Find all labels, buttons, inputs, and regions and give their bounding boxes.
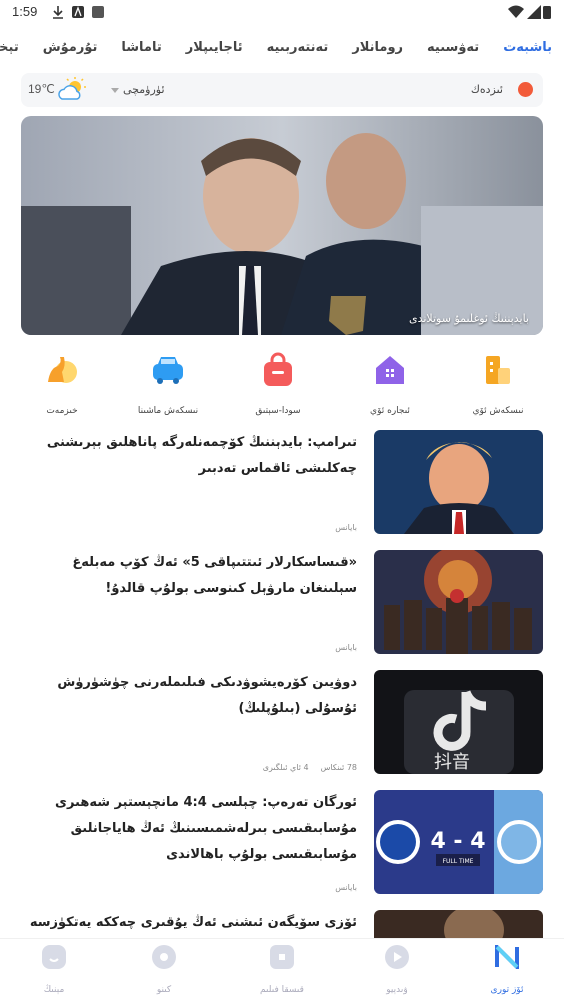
flame-icon bbox=[518, 82, 533, 97]
car-icon bbox=[153, 357, 183, 384]
news-title: ئورگان تەرەپ: چېلسى 4:4 مانچېستېر شەھىرى… bbox=[55, 795, 357, 862]
nav-label: كىنو bbox=[156, 985, 172, 995]
svg-text:抖音: 抖音 bbox=[434, 752, 470, 773]
news-title: «قىساسكارلار ئىتتىپاقى 5» ئەڭ كۆپ مەبلەغ… bbox=[72, 555, 357, 596]
news-item[interactable]: تىرامپ: بايدېننىڭ كۆچمەنلەرگە پاناھلىق ب… bbox=[21, 430, 543, 534]
quick-link-label: نىسكەش ئۆي bbox=[472, 406, 524, 416]
tab-entertainment[interactable]: تاماشا bbox=[109, 32, 173, 55]
tab-sports[interactable]: تەنتەربىيە bbox=[255, 32, 341, 55]
font-icon bbox=[72, 6, 84, 18]
avengers-poster bbox=[374, 550, 543, 654]
nav-short-film[interactable]: قىسقا فىلىم bbox=[242, 945, 322, 995]
movie-reel-icon bbox=[152, 945, 176, 969]
wifi-icon bbox=[508, 5, 524, 18]
film-icon bbox=[270, 945, 294, 969]
news-thumbnail: 抖音 bbox=[374, 670, 543, 774]
news-source: بايانس bbox=[335, 523, 357, 532]
weather-search-bar[interactable]: ئىزدەك ئۈرۈمچى 19℃ bbox=[21, 73, 543, 107]
quick-link-rent-house[interactable]: ئىجارە ئۆي bbox=[345, 352, 435, 416]
temperature: 19℃ bbox=[28, 82, 55, 96]
nav-label: قىسقا فىلىم bbox=[260, 985, 304, 995]
news-source: بايانس bbox=[335, 883, 357, 892]
nav-label: ئۆز تورى bbox=[490, 985, 524, 995]
service-hand-icon bbox=[48, 357, 77, 383]
news-item[interactable]: 4 - 4 FULL TIME ئورگان تەرەپ: چېلسى 4:4 … bbox=[21, 790, 543, 894]
tab-lifestyle[interactable]: تۇرمۇش bbox=[31, 32, 110, 55]
nav-my-net[interactable]: ئۆز تورى bbox=[467, 942, 547, 995]
news-meta: 78 ئىنكاس 4 ئاي ئىلگىرى bbox=[251, 763, 357, 772]
app-notification-icon bbox=[92, 6, 104, 18]
quick-link-label: ئىجارە ئۆي bbox=[370, 406, 410, 416]
news-thumbnail bbox=[374, 430, 543, 534]
svg-text:4 - 4: 4 - 4 bbox=[430, 829, 485, 854]
quick-link-new-house[interactable]: نىسكەش ئۆي bbox=[453, 352, 543, 416]
partly-cloudy-icon bbox=[58, 77, 86, 100]
svg-text:FULL TIME: FULL TIME bbox=[443, 858, 474, 865]
hero-image bbox=[21, 116, 543, 335]
quick-link-jobs[interactable]: خىزمەت bbox=[17, 352, 107, 416]
chevron-down-icon[interactable] bbox=[111, 88, 119, 93]
news-meta: بايانس bbox=[323, 883, 357, 892]
football-score-graphic: 4 - 4 FULL TIME bbox=[374, 790, 543, 894]
trump-photo bbox=[374, 430, 543, 534]
news-item[interactable]: 抖音 دوۋيىن كۆرەيشوۋدىكى فىلىملەرنى چۈشۈرۈ… bbox=[21, 670, 543, 774]
building-icon bbox=[486, 356, 510, 384]
news-time: 4 ئاي ئىلگىرى bbox=[262, 763, 309, 772]
bottom-nav: ئۆز تورى ۋىدېيو قىسقا فىلىم كىنو مېنىڭ bbox=[0, 938, 564, 1004]
shopping-bag-icon bbox=[264, 352, 292, 386]
tiktok-photo: 抖音 bbox=[374, 670, 543, 774]
house-icon bbox=[376, 356, 404, 384]
play-icon bbox=[385, 945, 409, 969]
download-icon bbox=[53, 6, 63, 19]
news-meta: بايانس bbox=[323, 523, 357, 532]
status-time: 1:59 bbox=[12, 4, 38, 19]
quick-link-label: سودا-سېتىق bbox=[255, 406, 301, 416]
n-logo-icon bbox=[495, 942, 519, 972]
news-comments: 78 ئىنكاس bbox=[320, 763, 357, 772]
nav-movies[interactable]: كىنو bbox=[124, 945, 204, 995]
nav-label: مېنىڭ bbox=[43, 985, 65, 995]
quick-link-used-car[interactable]: نىسكەش ماشىنا bbox=[123, 352, 213, 416]
news-source: بايانس bbox=[335, 643, 357, 652]
city-label[interactable]: ئۈرۈمچى bbox=[123, 83, 165, 96]
search-hint[interactable]: ئىزدەك bbox=[471, 83, 503, 96]
news-meta: بايانس bbox=[323, 643, 357, 652]
hero-banner[interactable]: بايدېننىڭ ئوغلىمۇ سوتلاندى bbox=[21, 116, 543, 335]
nav-profile[interactable]: مېنىڭ bbox=[14, 945, 94, 995]
status-bar: 1:59 bbox=[0, 0, 564, 26]
tab-recommend[interactable]: تەۋسىيە bbox=[415, 32, 491, 55]
battery-icon bbox=[543, 6, 551, 19]
tab-home[interactable]: باشبەت bbox=[491, 32, 564, 55]
nav-video[interactable]: ۋىدېيو bbox=[357, 945, 437, 995]
tab-technology[interactable]: تېخنىكا bbox=[0, 32, 31, 55]
nav-label: ۋىدېيو bbox=[386, 985, 408, 995]
news-thumbnail: 4 - 4 FULL TIME bbox=[374, 790, 543, 894]
quick-link-trade[interactable]: سودا-سېتىق bbox=[233, 352, 323, 416]
quick-link-label: خىزمەت bbox=[46, 406, 78, 416]
category-tabs: باشبەتتەۋسىيەرومانلارتەنتەربىيەئاجايىپلا… bbox=[0, 32, 564, 66]
signal-icon bbox=[527, 5, 541, 19]
tab-wonders[interactable]: ئاجايىپلار bbox=[174, 32, 255, 55]
quick-link-label: نىسكەش ماشىنا bbox=[137, 406, 199, 416]
news-thumbnail bbox=[374, 550, 543, 654]
news-title: دوۋيىن كۆرەيشوۋدىكى فىلىملەرنى چۈشۈرۈش ئ… bbox=[57, 675, 357, 716]
tab-novels[interactable]: رومانلار bbox=[340, 32, 415, 55]
hero-caption: بايدېننىڭ ئوغلىمۇ سوتلاندى bbox=[408, 312, 529, 325]
profile-face-icon bbox=[42, 945, 66, 969]
news-item[interactable]: «قىساسكارلار ئىتتىپاقى 5» ئەڭ كۆپ مەبلەغ… bbox=[21, 550, 543, 654]
news-title: تىرامپ: بايدېننىڭ كۆچمەنلەرگە پاناھلىق ب… bbox=[46, 435, 357, 476]
